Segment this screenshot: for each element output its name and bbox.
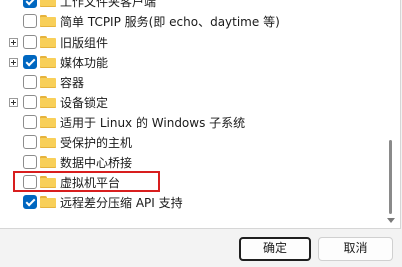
folder-icon [40, 0, 56, 7]
feature-label: 媒体功能 [60, 56, 109, 70]
checkbox-icon[interactable] [23, 0, 37, 8]
ok-button[interactable]: 确定 [239, 237, 311, 261]
feature-label: 简单 TCPIP 服务(即 echo、daytime 等) [60, 15, 280, 29]
checkbox-icon[interactable] [23, 55, 37, 69]
highlight-box [13, 171, 160, 192]
feature-item-simple-tcpip[interactable]: 简单 TCPIP 服务(即 echo、daytime 等) [0, 12, 382, 32]
feature-label: 工作文件夹客户端 [60, 0, 157, 9]
folder-icon [40, 76, 56, 88]
feature-label: 受保护的主机 [60, 136, 133, 150]
checkbox-icon[interactable] [23, 35, 37, 49]
checkbox-icon[interactable] [23, 115, 37, 129]
feature-item-device-lockdown[interactable]: 设备锁定 [0, 93, 382, 113]
features-tree[interactable]: 工作文件夹客户端 简单 TCPIP 服务(即 echo、daytime 等) 旧… [0, 0, 401, 229]
folder-icon [40, 15, 56, 27]
vertical-scrollbar[interactable] [386, 0, 398, 228]
feature-item-media-features[interactable]: 媒体功能 [0, 53, 382, 73]
folder-icon [40, 136, 56, 148]
checkbox-icon[interactable] [23, 155, 37, 169]
folder-icon [40, 56, 56, 68]
feature-label: 容器 [60, 76, 85, 90]
scroll-down-arrow-icon[interactable] [387, 218, 395, 223]
feature-item-work-folders-client[interactable]: 工作文件夹客户端 [0, 0, 382, 12]
feature-item-guarded-host[interactable]: 受保护的主机 [0, 133, 382, 153]
expand-plus-icon[interactable] [9, 38, 18, 47]
expand-plus-icon[interactable] [9, 58, 18, 67]
checkbox-icon[interactable] [23, 135, 37, 149]
feature-item-wsl[interactable]: 适用于 Linux 的 Windows 子系统 [0, 113, 382, 133]
cancel-button[interactable]: 取消 [318, 237, 393, 261]
checkbox-icon[interactable] [23, 195, 37, 209]
windows-features-dialog: 工作文件夹客户端 简单 TCPIP 服务(即 echo、daytime 等) 旧… [0, 0, 402, 267]
feature-label: 适用于 Linux 的 Windows 子系统 [60, 116, 246, 130]
checkbox-icon[interactable] [23, 75, 37, 89]
feature-item-legacy-components[interactable]: 旧版组件 [0, 33, 382, 53]
feature-label: 设备锁定 [60, 96, 109, 110]
feature-label: 数据中心桥接 [60, 156, 133, 170]
feature-label: 远程差分压缩 API 支持 [60, 196, 183, 210]
scrollbar-thumb[interactable] [389, 140, 392, 214]
feature-item-containers[interactable]: 容器 [0, 73, 382, 93]
feature-item-remote-differential-compression[interactable]: 远程差分压缩 API 支持 [0, 193, 382, 213]
feature-item-data-center-bridging[interactable]: 数据中心桥接 [0, 153, 382, 173]
expand-plus-icon[interactable] [9, 98, 18, 107]
folder-icon [40, 36, 56, 48]
folder-icon [40, 116, 56, 128]
folder-icon [40, 196, 56, 208]
checkbox-icon[interactable] [23, 95, 37, 109]
feature-label: 旧版组件 [60, 36, 109, 50]
folder-icon [40, 96, 56, 108]
checkbox-icon[interactable] [23, 14, 37, 28]
folder-icon [40, 156, 56, 168]
